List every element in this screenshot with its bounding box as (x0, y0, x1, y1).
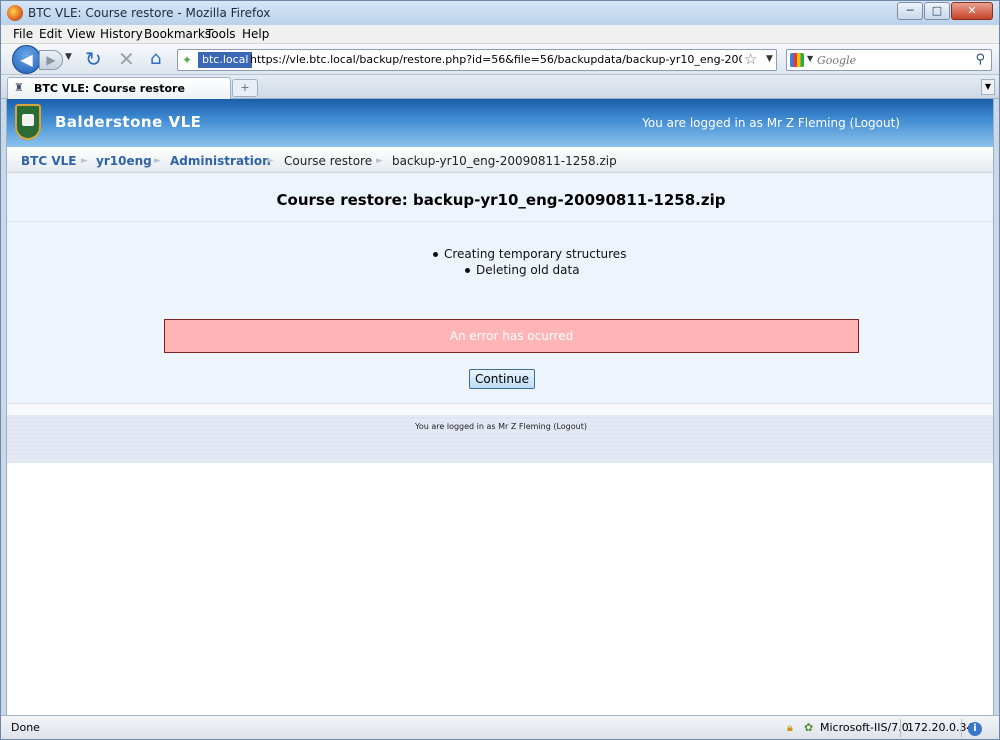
site-name: Balderstone VLE (55, 113, 202, 131)
bullet-icon (433, 252, 438, 257)
breadcrumb-separator: ► (154, 156, 161, 166)
menu-bar: File Edit View History Bookmarks Tools H… (1, 25, 999, 44)
minimize-button[interactable]: ─ (897, 2, 923, 20)
window-controls: ─ □ ✕ (896, 2, 993, 20)
menu-edit[interactable]: Edit (39, 27, 62, 41)
status-bar: Done 🔒︎ ✿ Microsoft-IIS/7.0 172.20.0.34 … (1, 715, 999, 739)
breadcrumb: BTC VLE ► yr10eng ► Administration ► Cou… (7, 147, 993, 173)
page-footer: You are logged in as Mr Z Fleming (Logou… (7, 415, 993, 463)
search-icon[interactable]: ⚲ (975, 52, 985, 67)
breadcrumb-separator: ► (376, 156, 383, 166)
continue-button[interactable]: Continue (469, 369, 535, 389)
forward-icon[interactable]: ▶ (39, 50, 63, 70)
breadcrumb-administration[interactable]: Administration (170, 154, 271, 168)
step-label: Creating temporary structures (444, 247, 627, 261)
home-icon[interactable]: ⌂ (150, 48, 161, 70)
list-item: Deleting old data (465, 263, 580, 277)
title-divider (7, 221, 993, 222)
school-crest-logo (15, 104, 41, 140)
breadcrumb-course-restore: Course restore (284, 154, 373, 168)
info-icon[interactable]: i (961, 719, 982, 737)
tab-label: BTC VLE: Course restore (34, 82, 185, 95)
back-icon[interactable]: ◀ (12, 45, 41, 74)
url-input[interactable]: https://vle.btc.local/backup/restore.php… (250, 53, 742, 66)
close-button[interactable]: ✕ (951, 2, 993, 20)
reload-icon[interactable]: ↻ (85, 49, 102, 69)
site-header: Balderstone VLE You are logged in as Mr … (7, 99, 993, 147)
step-label: Deleting old data (476, 263, 580, 277)
title-bar: BTC VLE: Course restore - Mozilla Firefo… (1, 1, 999, 25)
navigation-toolbar: ◀ ▶ ▼ ↻ ✕ ⌂ ✦ btc.local https://vle.btc.… (1, 44, 999, 75)
breadcrumb-separator: ► (267, 156, 274, 166)
browser-window: BTC VLE: Course restore - Mozilla Firefo… (0, 0, 1000, 740)
status-text: Done (11, 721, 40, 734)
firefox-icon (7, 5, 23, 21)
menu-help[interactable]: Help (242, 27, 269, 41)
footer-divider (7, 403, 993, 415)
page-title: Course restore: backup-yr10_eng-20090811… (276, 191, 726, 209)
page-viewport: Balderstone VLE You are logged in as Mr … (6, 99, 994, 715)
url-bar[interactable]: ✦ btc.local https://vle.btc.local/backup… (177, 49, 777, 71)
breadcrumb-separator: ► (81, 156, 88, 166)
lock-icon[interactable]: 🔒︎ (781, 719, 793, 737)
main-content: Course restore: backup-yr10_eng-20090811… (7, 173, 993, 403)
tab-list-dropdown-icon[interactable]: ▼ (981, 79, 995, 95)
addon-icon[interactable]: ✿ (798, 719, 813, 737)
url-dropdown-icon[interactable]: ▼ (766, 54, 773, 64)
google-engine-icon[interactable] (790, 53, 804, 67)
tab-favicon-icon: ♜ (14, 81, 24, 94)
site-favicon-icon: ✦ (182, 53, 193, 67)
history-dropdown-icon[interactable]: ▼ (65, 52, 72, 62)
login-info[interactable]: You are logged in as Mr Z Fleming (Logou… (642, 116, 900, 130)
menu-bookmarks[interactable]: Bookmarks (144, 27, 211, 41)
star-icon[interactable]: ☆ (744, 50, 757, 68)
menu-tools[interactable]: Tools (206, 27, 236, 41)
maximize-button[interactable]: □ (924, 2, 950, 20)
site-identity-button[interactable]: btc.local (198, 52, 253, 68)
menu-view[interactable]: View (67, 27, 95, 41)
stop-icon[interactable]: ✕ (118, 48, 135, 70)
breadcrumb-yr10eng[interactable]: yr10eng (96, 154, 152, 168)
engine-dropdown-icon[interactable]: ▼ (807, 54, 813, 63)
search-input[interactable] (817, 52, 967, 68)
error-message: An error has ocurred (164, 319, 859, 353)
list-item: Creating temporary structures (433, 247, 627, 261)
tab-course-restore[interactable]: ♜ BTC VLE: Course restore (7, 77, 231, 99)
menu-file[interactable]: File (13, 27, 33, 41)
breadcrumb-backup-file: backup-yr10_eng-20090811-1258.zip (392, 154, 617, 168)
tab-bar: ♜ BTC VLE: Course restore + ▼ (1, 75, 999, 99)
server-info: Microsoft-IIS/7.0 (820, 721, 909, 734)
window-title: BTC VLE: Course restore - Mozilla Firefo… (28, 6, 271, 20)
search-bar: ▼ ⚲ (786, 49, 992, 71)
menu-history[interactable]: History (100, 27, 143, 41)
footer-login-info[interactable]: You are logged in as Mr Z Fleming (Logou… (7, 422, 993, 431)
new-tab-button[interactable]: + (232, 79, 258, 97)
bullet-icon (465, 268, 470, 273)
breadcrumb-btc-vle[interactable]: BTC VLE (21, 154, 76, 168)
